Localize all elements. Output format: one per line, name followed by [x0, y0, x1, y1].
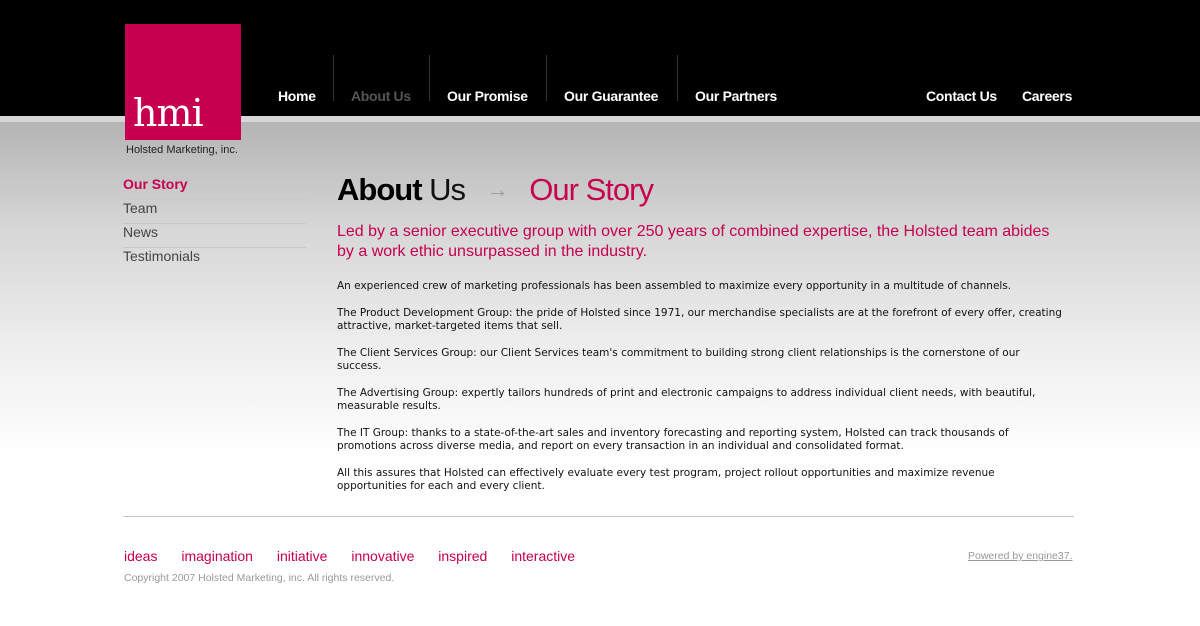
page-title-section: Us: [429, 172, 466, 207]
sidebar-item-our-story[interactable]: Our Story: [123, 176, 306, 200]
footer-keyword: initiative: [276, 548, 328, 564]
nav-about-us[interactable]: About Us: [351, 88, 411, 104]
sidebar-item-testimonials[interactable]: Testimonials: [123, 248, 306, 272]
body-paragraph: The Advertising Group: expertly tailors …: [337, 386, 1036, 413]
nav-divider: [677, 55, 678, 101]
nav-divider: [546, 55, 547, 101]
nav-divider: [429, 55, 430, 101]
footer-keyword: inspired: [438, 548, 488, 564]
nav-our-guarantee[interactable]: Our Guarantee: [564, 88, 658, 104]
footer-divider: [123, 516, 1074, 517]
nav-our-partners[interactable]: Our Partners: [695, 88, 777, 104]
nav-careers[interactable]: Careers: [1022, 88, 1072, 104]
body-paragraph: The Product Development Group: the pride…: [337, 306, 1062, 333]
logo-text: hmi: [133, 91, 204, 135]
body-paragraph: The Client Services Group: our Client Se…: [337, 346, 1020, 373]
breadcrumb-arrow-icon: →: [486, 177, 509, 202]
nav-contact-us[interactable]: Contact Us: [926, 88, 997, 104]
nav-home[interactable]: Home: [278, 88, 316, 104]
footer-keywords: ideas imagination initiative innovative …: [124, 548, 595, 564]
logo[interactable]: hmi: [125, 24, 241, 140]
footer-keyword: imagination: [181, 548, 253, 564]
body-text: An experienced crew of marketing profess…: [337, 280, 1063, 507]
body-paragraph: The IT Group: thanks to a state-of-the-a…: [337, 426, 1009, 453]
powered-by-link[interactable]: Powered by engine37.: [968, 550, 1073, 562]
footer-keyword: innovative: [351, 548, 415, 564]
page-title: About Us → Our Story: [337, 172, 654, 208]
footer-keyword: ideas: [124, 548, 158, 564]
intro-text: Led by a senior executive group with ove…: [337, 223, 1050, 260]
nav-divider: [333, 55, 334, 101]
sidebar-item-news[interactable]: News: [123, 224, 306, 248]
logo-tagline: Holsted Marketing, inc.: [126, 144, 238, 156]
body-paragraph: An experienced crew of marketing profess…: [337, 280, 1012, 292]
page-title-current: Our Story: [529, 172, 654, 207]
footer-keyword: interactive: [511, 548, 576, 564]
page-title-section-bold: About: [337, 172, 423, 207]
nav-our-promise[interactable]: Our Promise: [447, 88, 528, 104]
body-paragraph: All this assures that Holsted can effect…: [337, 466, 995, 493]
copyright-text: Copyright 2007 Holsted Marketing, inc. A…: [124, 572, 395, 584]
sidebar: Our Story Team News Testimonials: [123, 176, 306, 272]
sidebar-item-team[interactable]: Team: [123, 200, 306, 224]
